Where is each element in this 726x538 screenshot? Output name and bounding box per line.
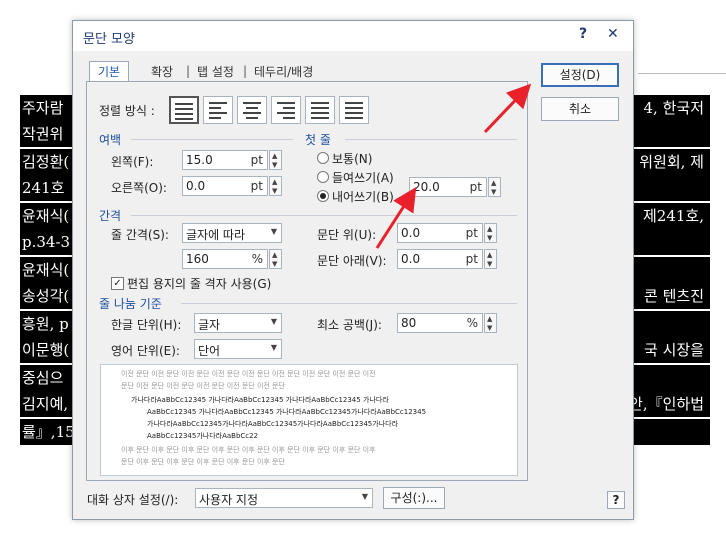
arrow-to-ok-button [483,83,532,134]
annotation-arrows [375,83,532,249]
arrow-to-hanging-indent [375,186,417,249]
